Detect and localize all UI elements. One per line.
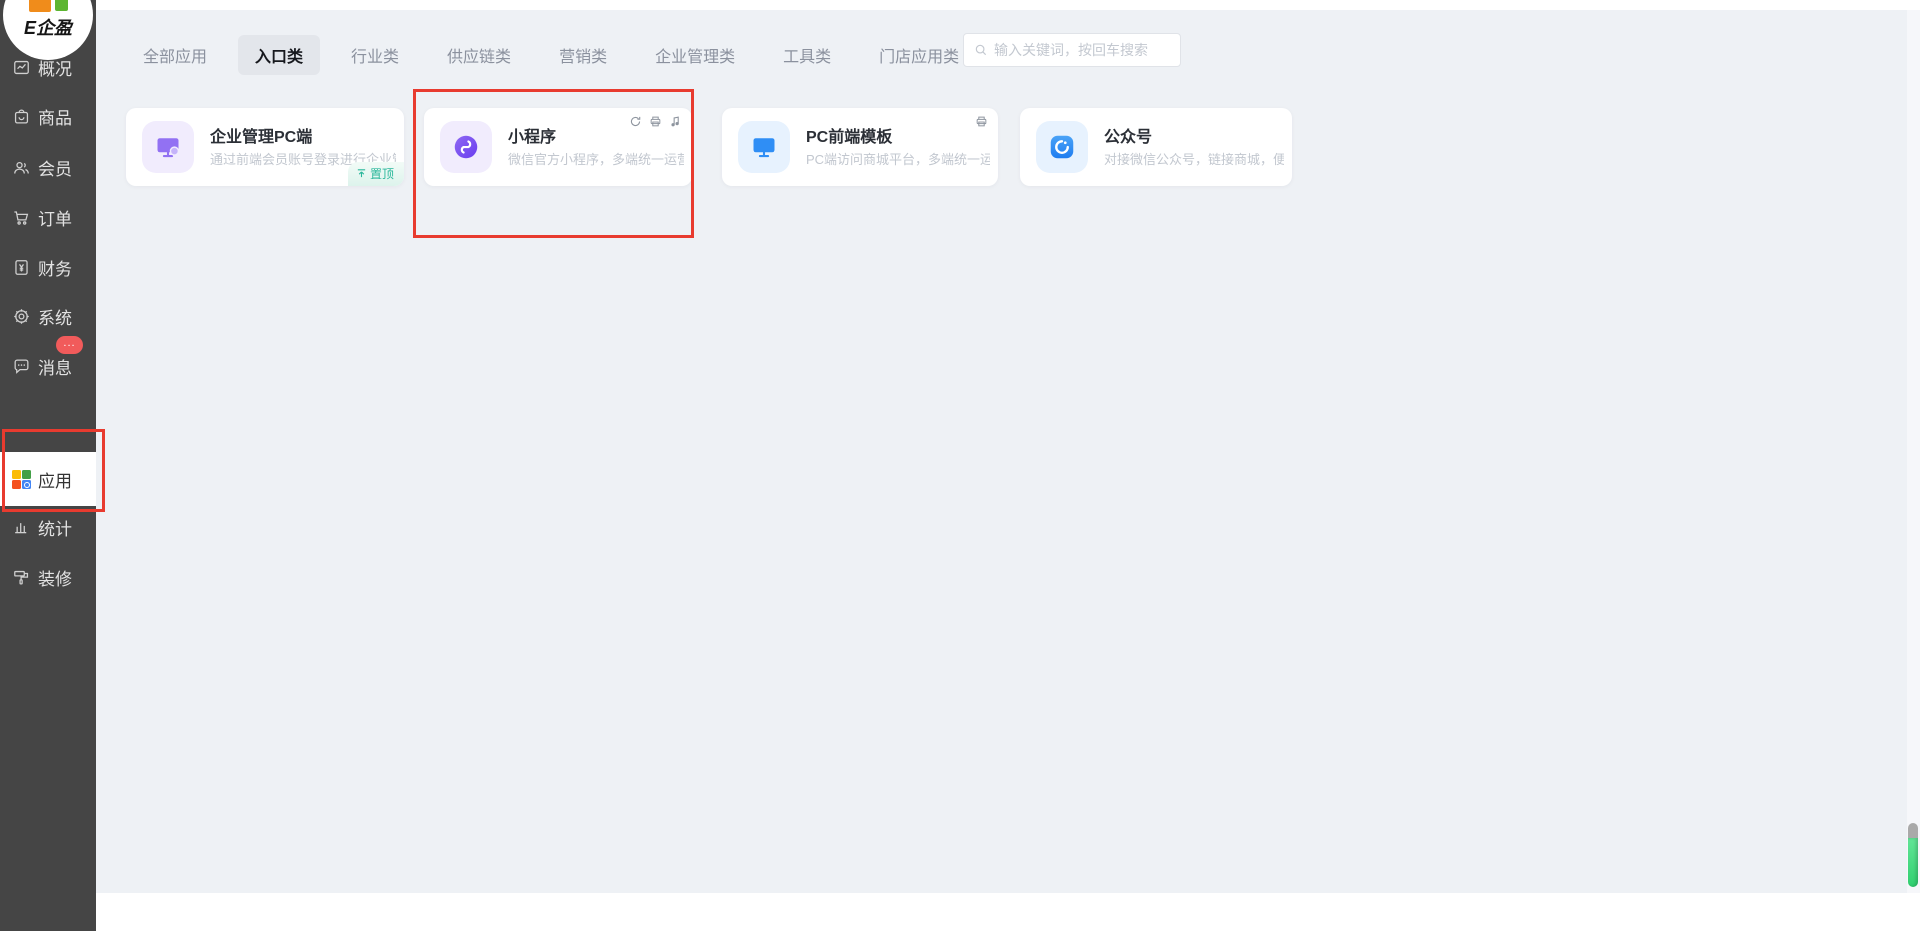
apps-grid-icon — [12, 470, 31, 489]
orders-cart-icon — [12, 208, 31, 227]
message-count-badge: ... — [56, 336, 83, 354]
printer-icon[interactable] — [649, 115, 662, 128]
tab-all-apps[interactable]: 全部应用 — [126, 35, 224, 75]
paint-roller-icon — [12, 568, 31, 587]
search-icon — [974, 43, 988, 57]
main-area: 全部应用 入口类 行业类 供应链类 营销类 企业管理类 工具类 门店应用类 企业… — [96, 0, 1920, 931]
overview-icon — [12, 58, 31, 77]
scrollbar-thumb-body — [1908, 838, 1918, 887]
logo-text: E企盈 — [3, 14, 93, 40]
sidebar-item-label: 概况 — [38, 55, 72, 80]
card-title: PC前端模板 — [806, 123, 892, 147]
card-desc: 微信官方小程序，多端统一运营。 — [508, 149, 684, 168]
app-screen: E企盈 概况 商品 会员 订单 财务 系统 消息 . — [0, 0, 1920, 931]
finance-yen-icon — [12, 258, 31, 277]
tab-industry-type[interactable]: 行业类 — [334, 35, 416, 75]
sidebar-item-apps[interactable]: 应用 — [0, 452, 96, 506]
sidebar-item-label: 统计 — [38, 515, 72, 540]
official-account-icon — [1036, 121, 1088, 173]
sidebar-item-label: 系统 — [38, 304, 72, 329]
printer-icon[interactable] — [975, 115, 988, 128]
sidebar-item-label: 装修 — [38, 565, 72, 590]
sidebar-item-decorate[interactable]: 装修 — [0, 557, 96, 597]
app-card-official-account[interactable]: 公众号 对接微信公众号，链接商城，便于... — [1020, 108, 1292, 186]
pc-admin-monitor-icon — [142, 121, 194, 173]
tab-tools-type[interactable]: 工具类 — [766, 35, 848, 75]
card-desc: PC端访问商城平台，多端统一运... — [806, 149, 990, 168]
search-input[interactable] — [994, 34, 1180, 66]
sidebar-item-messages[interactable]: 消息 ... — [0, 346, 96, 386]
sidebar-item-stats[interactable]: 统计 — [0, 507, 96, 547]
members-icon — [12, 158, 31, 177]
refresh-icon[interactable] — [629, 115, 642, 128]
category-tabbar: 全部应用 入口类 行业类 供应链类 营销类 企业管理类 工具类 门店应用类 — [126, 35, 990, 75]
tab-marketing-type[interactable]: 营销类 — [542, 35, 624, 75]
miniprogram-icon — [440, 121, 492, 173]
sidebar-item-label: 应用 — [38, 467, 72, 492]
sidebar-item-label: 财务 — [38, 255, 72, 280]
logo-mark-icon — [29, 0, 68, 12]
note-icon[interactable] — [669, 115, 682, 128]
card-action-icons — [629, 115, 682, 128]
pin-top-label: 置顶 — [370, 165, 394, 182]
scrollbar-track[interactable] — [1907, 10, 1920, 893]
goods-bag-icon — [12, 107, 31, 126]
keyword-search — [963, 33, 1181, 67]
sidebar-item-members[interactable]: 会员 — [0, 147, 96, 187]
card-title: 公众号 — [1104, 123, 1152, 147]
pc-template-monitor-icon — [738, 121, 790, 173]
sidebar-item-orders[interactable]: 订单 — [0, 197, 96, 237]
app-card-pc-template[interactable]: PC前端模板 PC端访问商城平台，多端统一运... — [722, 108, 998, 186]
sidebar-item-finance[interactable]: 财务 — [0, 247, 96, 287]
sidebar-item-label: 订单 — [38, 205, 72, 230]
scrollbar-thumb[interactable] — [1908, 823, 1918, 887]
tab-supply-chain-type[interactable]: 供应链类 — [430, 35, 528, 75]
scrollbar-thumb-cap — [1908, 823, 1918, 838]
pin-top-badge[interactable]: 置顶 — [348, 162, 404, 186]
sidebar-item-system[interactable]: 系统 — [0, 296, 96, 336]
card-action-icons — [975, 115, 988, 128]
tab-enterprise-type[interactable]: 企业管理类 — [638, 35, 752, 75]
app-card-miniprogram[interactable]: 小程序 微信官方小程序，多端统一运营。 — [424, 108, 692, 186]
message-bubble-icon — [12, 357, 31, 376]
app-card-pc-admin[interactable]: 企业管理PC端 通过前端会员账号登录进行企业管理 置顶 — [126, 108, 404, 186]
sidebar-item-overview[interactable]: 概况 — [0, 47, 96, 87]
sidebar-item-goods[interactable]: 商品 — [0, 96, 96, 136]
card-desc: 对接微信公众号，链接商城，便于... — [1104, 149, 1284, 168]
sidebar-item-label: 商品 — [38, 104, 72, 129]
tab-store-app-type[interactable]: 门店应用类 — [862, 35, 976, 75]
sidebar: E企盈 概况 商品 会员 订单 财务 系统 消息 . — [0, 0, 96, 931]
system-gear-icon — [12, 307, 31, 326]
stats-bars-icon — [12, 518, 31, 537]
card-title: 小程序 — [508, 123, 556, 147]
pin-top-icon — [356, 168, 367, 179]
card-title: 企业管理PC端 — [210, 123, 312, 147]
tab-entry-type[interactable]: 入口类 — [238, 35, 320, 75]
sidebar-item-label: 消息 — [38, 354, 72, 379]
sidebar-item-label: 会员 — [38, 155, 72, 180]
